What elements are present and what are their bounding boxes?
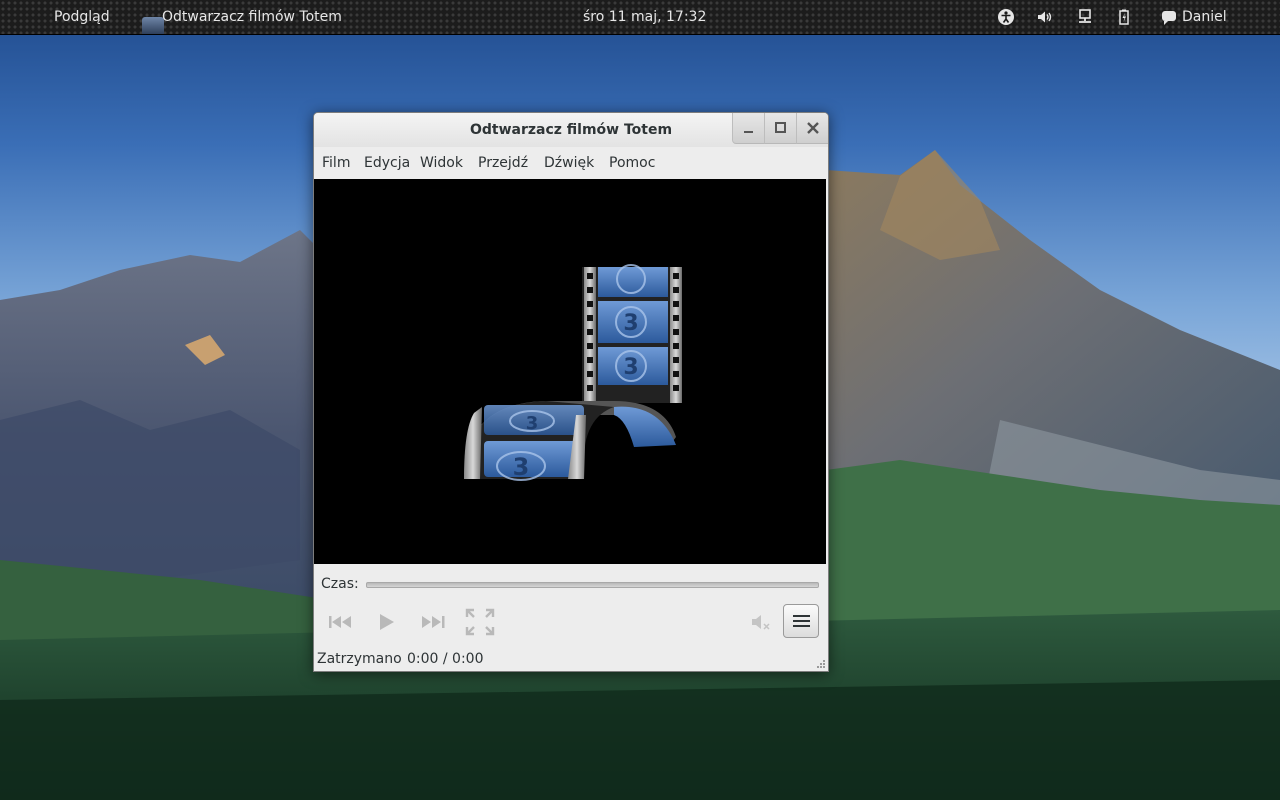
top-panel: Podgląd Odtwarzacz filmów Totem śro 11 m…: [0, 0, 1280, 35]
menu-edycja[interactable]: Edycja: [364, 147, 410, 179]
next-button[interactable]: [417, 604, 449, 640]
resize-grip-icon[interactable]: [816, 659, 826, 669]
hamburger-icon-line: [793, 620, 810, 622]
clock-button[interactable]: śro 11 maj, 17:32: [583, 0, 706, 34]
seek-slider[interactable]: [366, 582, 819, 588]
minimize-button[interactable]: [732, 113, 765, 144]
mute-button[interactable]: [748, 604, 780, 640]
maximize-button[interactable]: [764, 113, 797, 144]
menubar: Film Edycja Widok Przejdź Dźwięk Pomoc: [314, 147, 828, 179]
play-button[interactable]: [372, 604, 404, 640]
activities-button[interactable]: Podgląd: [54, 0, 110, 34]
playback-time: 0:00 / 0:00: [407, 651, 484, 667]
hamburger-icon-line: [793, 615, 810, 617]
totem-app-icon: [142, 17, 164, 34]
app-menu-label: Odtwarzacz filmów Totem: [162, 9, 342, 25]
hamburger-icon-line: [793, 625, 810, 627]
skip-forward-icon: [422, 616, 445, 628]
svg-text:3: 3: [513, 453, 530, 481]
svg-text:3: 3: [526, 413, 539, 434]
totem-window: Odtwarzacz filmów Totem Film Edycja Wido…: [313, 112, 829, 672]
volume-icon[interactable]: [1036, 8, 1054, 26]
menu-pomoc[interactable]: Pomoc: [609, 147, 655, 179]
battery-icon[interactable]: [1115, 8, 1133, 26]
volume-muted-icon: [752, 615, 770, 630]
svg-text:3: 3: [623, 355, 638, 380]
minimize-icon: [744, 131, 753, 133]
menu-dzwiek[interactable]: Dźwięk: [544, 147, 594, 179]
previous-button[interactable]: [326, 604, 358, 640]
user-menu-button[interactable]: Daniel: [1162, 0, 1232, 34]
svg-text:3: 3: [623, 311, 638, 336]
close-button[interactable]: [796, 113, 828, 144]
fullscreen-icon: [465, 608, 495, 636]
menu-widok[interactable]: Widok: [420, 147, 463, 179]
accessibility-icon[interactable]: [997, 8, 1015, 26]
options-menu-button[interactable]: [783, 604, 819, 638]
video-area[interactable]: 3 3 3 3: [314, 179, 826, 564]
skip-back-icon: [329, 616, 351, 628]
menu-film[interactable]: Film: [322, 147, 350, 179]
app-menu-button[interactable]: Odtwarzacz filmów Totem: [142, 0, 352, 34]
close-icon: [807, 122, 819, 134]
play-icon: [380, 614, 394, 630]
menu-przejdz[interactable]: Przejdź: [478, 147, 528, 179]
window-titlebar[interactable]: Odtwarzacz filmów Totem: [314, 113, 828, 147]
totem-logo-image: 3 3 3 3: [464, 264, 682, 481]
player-controls: Czas: Zatrzymano 0:00 / 0:00: [314, 564, 828, 671]
time-label: Czas:: [321, 576, 359, 592]
network-icon[interactable]: [1076, 8, 1094, 26]
chat-status-icon: [1162, 11, 1176, 25]
maximize-icon: [775, 122, 786, 133]
playback-status: Zatrzymano: [317, 651, 402, 667]
user-name: Daniel: [1182, 9, 1227, 25]
fullscreen-button[interactable]: [464, 604, 496, 640]
